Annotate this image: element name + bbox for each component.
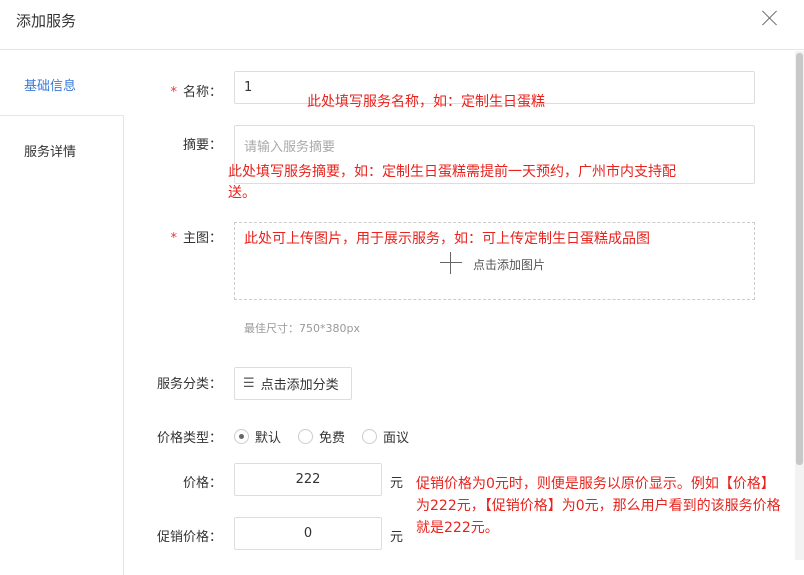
add-image-label[interactable]: 点击添加图片 <box>473 256 545 273</box>
price-note: 促销价格为0元时，则便是服务以原价显示。例如【价格】为222元，【促销价格】为0… <box>416 476 781 536</box>
main-image-label: * 主图： <box>132 227 222 246</box>
required-mark: * <box>170 85 177 100</box>
scrollbar-thumb[interactable] <box>796 53 803 465</box>
summary-note: 此处填写服务摘要，如：定制生日蛋糕需提前一天预约，广州市内支持配送。 <box>228 164 676 201</box>
summary-label: 摘要： <box>182 138 222 153</box>
add-category-button[interactable]: ☰ 点击添加分类 <box>234 367 352 400</box>
dialog-title: 添加服务 <box>16 12 77 30</box>
promo-price-unit: 元 <box>390 530 404 545</box>
price-label: 价格： <box>182 476 222 491</box>
price-value: 222 <box>295 472 321 487</box>
name-value: 1 <box>244 80 253 95</box>
required-mark: * <box>170 231 177 246</box>
category-label: 服务分类： <box>156 377 222 392</box>
promo-price-label: 促销价格： <box>156 530 222 545</box>
radio-label: 面议 <box>383 431 410 446</box>
radio-label: 免费 <box>319 431 346 446</box>
plus-icon[interactable] <box>440 252 462 274</box>
price-unit: 元 <box>390 476 404 491</box>
sidebar-divider <box>0 115 124 575</box>
name-label: * 名称： <box>132 81 222 100</box>
radio-label: 默认 <box>255 431 282 446</box>
radio-unchecked-icon <box>298 429 313 444</box>
sidebar-item-service-details[interactable]: 服务详情 <box>24 141 76 160</box>
main-image-label-text: 主图： <box>182 231 222 246</box>
scrollbar[interactable] <box>795 51 804 560</box>
radio-default[interactable]: 默认 <box>234 427 281 446</box>
price-input[interactable]: 222 <box>234 463 382 496</box>
sidebar-item-basic-info[interactable]: 基础信息 <box>24 75 76 94</box>
add-category-label: 点击添加分类 <box>260 378 339 393</box>
image-size-hint: 最佳尺寸：750*380px <box>244 322 360 335</box>
dialog-header: 添加服务 <box>0 0 804 50</box>
promo-price-input[interactable]: 0 <box>234 517 382 550</box>
name-note: 此处填写服务名称，如：定制生日蛋糕 <box>307 94 545 110</box>
radio-unchecked-icon <box>362 429 377 444</box>
close-icon[interactable] <box>760 8 780 28</box>
price-type-label: 价格类型： <box>156 431 222 446</box>
image-note: 此处可上传图片，用于展示服务，如：可上传定制生日蛋糕成品图 <box>244 231 650 247</box>
radio-checked-icon <box>234 429 249 444</box>
summary-placeholder: 请输入服务摘要 <box>244 140 336 155</box>
promo-price-value: 0 <box>303 526 313 541</box>
radio-negotiable[interactable]: 面议 <box>362 427 409 446</box>
name-label-text: 名称： <box>182 85 222 100</box>
radio-free[interactable]: 免费 <box>298 427 345 446</box>
list-icon: ☰ <box>243 376 255 391</box>
